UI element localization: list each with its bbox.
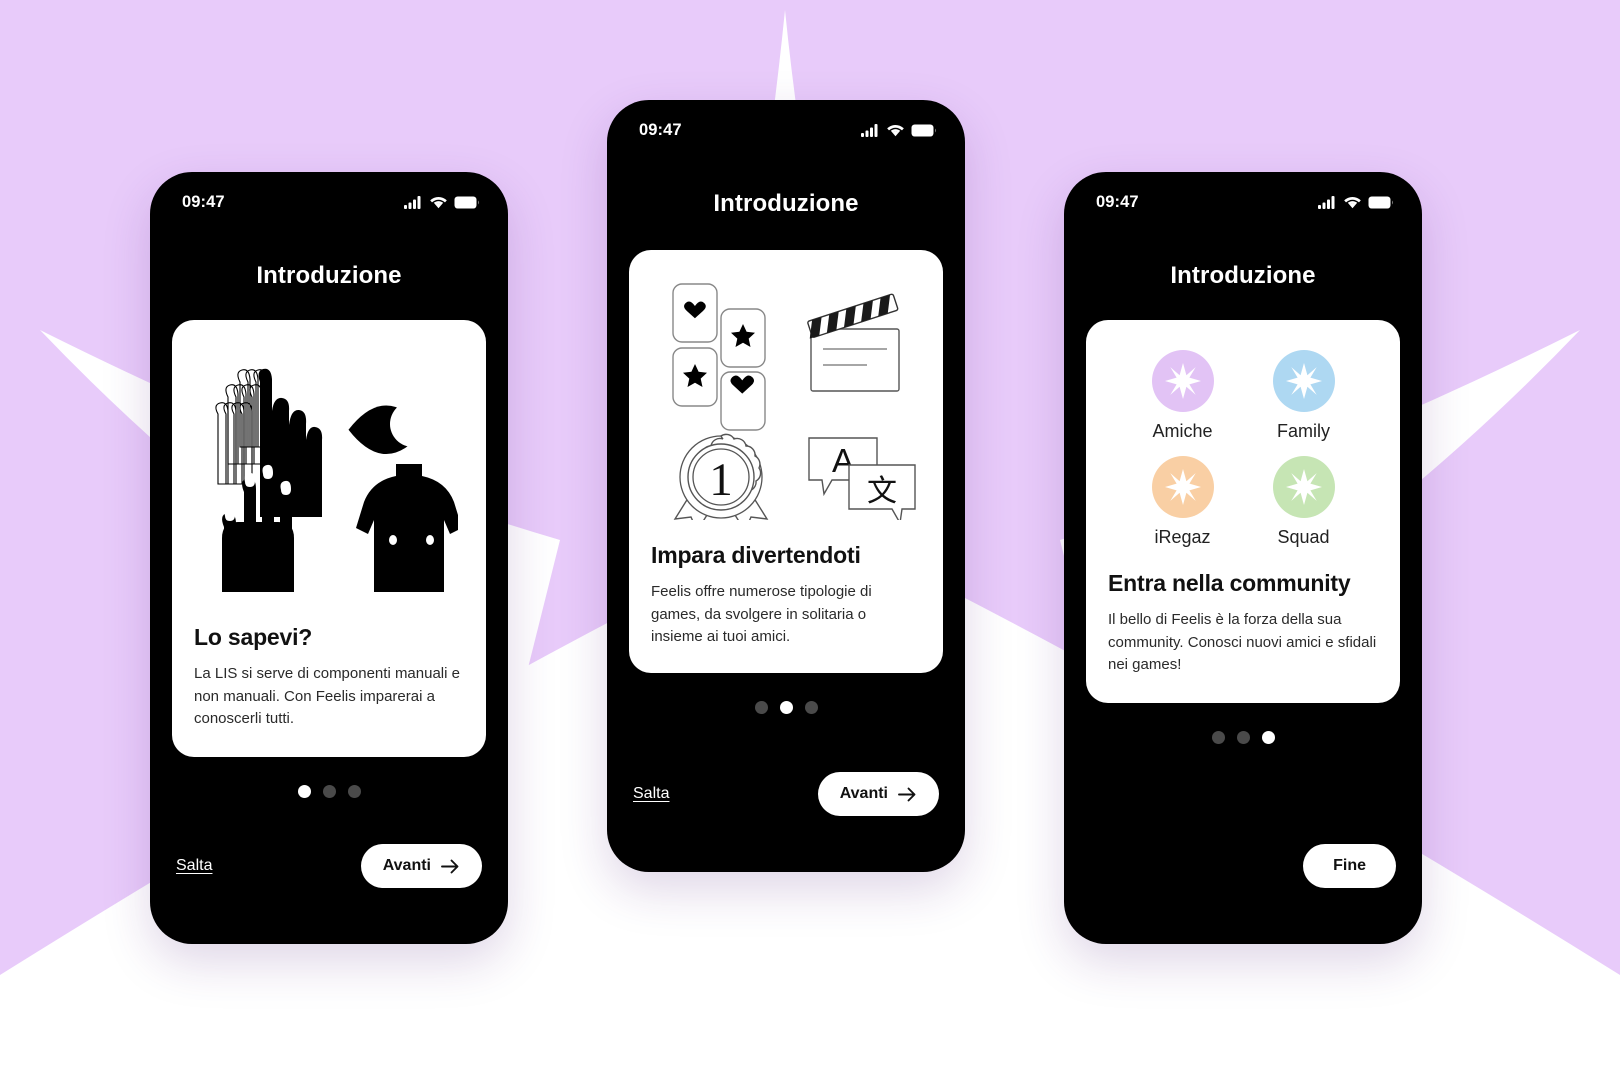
pagination-dot-1[interactable]: [754, 700, 768, 714]
community-label: Squad: [1277, 527, 1330, 547]
footer: Fine: [1064, 844, 1422, 944]
status-bar: 09:47: [1064, 172, 1422, 218]
done-button[interactable]: Fine: [1303, 844, 1396, 888]
pagination-dots[interactable]: [1064, 730, 1422, 744]
award-ribbon-1-icon: 1: [673, 433, 769, 520]
footer: Salta Avanti: [150, 844, 508, 944]
cellular-signal-icon: [404, 195, 421, 209]
status-time: 09:47: [182, 192, 225, 211]
sparkle-star-icon: [1285, 469, 1322, 505]
card-title: Entra nella community: [1108, 570, 1351, 596]
lis-components-illustration: [215, 368, 458, 592]
next-button[interactable]: Avanti: [817, 772, 939, 816]
next-button-label: Avanti: [839, 785, 888, 802]
pagination-dots[interactable]: [607, 700, 965, 714]
community-badge: [1151, 350, 1214, 412]
community-label: Family: [1277, 421, 1330, 441]
next-button-label: Avanti: [382, 857, 431, 874]
phone-mockup-3: 09:47 Introduzione Amiche Family iRegaz …: [1064, 172, 1422, 944]
onboarding-card: Amiche Family iRegaz Squad Entra nella c…: [1086, 320, 1400, 703]
screen-title: Introduzione: [256, 262, 402, 289]
battery-icon: [1368, 196, 1393, 208]
pagination-dot-2[interactable]: [322, 784, 336, 798]
community-item[interactable]: Amiche: [1122, 350, 1243, 442]
screen-title: Introduzione: [1170, 262, 1316, 289]
status-bar: 09:47: [607, 100, 965, 146]
community-badge: [1272, 350, 1335, 412]
pagination-dot-3[interactable]: [804, 700, 818, 714]
pagination-dot-2[interactable]: [779, 700, 793, 714]
card-body: Feelis offre numerose tipologie di games…: [651, 583, 872, 645]
phone-mockup-1: 09:47 Introduzione Lo sapevi? La LIS si …: [150, 172, 508, 944]
wifi-icon: [887, 124, 904, 136]
card-body: Il bello di Feelis è la forza della sua …: [1108, 611, 1377, 673]
community-badge: [1272, 456, 1335, 518]
status-icons: [1318, 195, 1394, 209]
onboarding-card: 1 A 文 Impara divertendoti Feelis offre n…: [629, 250, 943, 673]
community-item[interactable]: iRegaz: [1122, 456, 1243, 548]
pagination-dot-3[interactable]: [347, 784, 361, 798]
status-time: 09:47: [1096, 192, 1139, 211]
clapperboard-icon: [810, 328, 900, 392]
skip-link[interactable]: Salta: [176, 857, 212, 875]
battery-icon: [911, 124, 936, 136]
onboarding-card: Lo sapevi? La LIS si serve di componenti…: [172, 320, 486, 757]
status-icons: [861, 123, 937, 137]
cellular-signal-icon: [861, 123, 878, 137]
wifi-icon: [430, 196, 447, 208]
phone-mockup-2: 09:47 Introduzione 1 A 文 Impara diverten…: [607, 100, 965, 872]
skip-link[interactable]: Salta: [633, 785, 669, 803]
card-body: La LIS si serve di componenti manuali e …: [194, 665, 460, 727]
svg-text:文: 文: [867, 475, 897, 508]
cellular-signal-icon: [1318, 195, 1335, 209]
community-label: Amiche: [1152, 421, 1213, 441]
battery-icon: [454, 196, 479, 208]
arrow-right-icon: [898, 787, 916, 801]
community-groups-illustration: Amiche Family iRegaz Squad: [1108, 342, 1378, 552]
svg-text:1: 1: [709, 454, 733, 506]
arrow-right-icon: [441, 859, 459, 873]
translate-bubbles-icon: A 文: [808, 437, 916, 520]
pagination-dot-1[interactable]: [297, 784, 311, 798]
sparkle-star-icon: [1164, 363, 1201, 399]
community-item[interactable]: Family: [1243, 350, 1364, 442]
pagination-dots[interactable]: [150, 784, 508, 798]
sparkle-star-icon: [1164, 469, 1201, 505]
pagination-dot-1[interactable]: [1211, 730, 1225, 744]
community-label: iRegaz: [1154, 527, 1211, 547]
next-button[interactable]: Avanti: [360, 844, 482, 888]
screen-title: Introduzione: [713, 190, 859, 217]
pagination-dot-2[interactable]: [1236, 730, 1250, 744]
card-title: Impara divertendoti: [651, 542, 861, 568]
games-illustration: 1 A 文: [672, 283, 916, 520]
wifi-icon: [1344, 196, 1361, 208]
status-bar: 09:47: [150, 172, 508, 218]
status-icons: [404, 195, 480, 209]
community-item[interactable]: Squad: [1243, 456, 1364, 548]
community-badge: [1151, 456, 1214, 518]
card-title: Lo sapevi?: [194, 624, 313, 650]
footer: Salta Avanti: [607, 772, 965, 872]
sparkle-star-icon: [1285, 363, 1322, 399]
pagination-dot-3[interactable]: [1261, 730, 1275, 744]
status-time: 09:47: [639, 120, 682, 139]
